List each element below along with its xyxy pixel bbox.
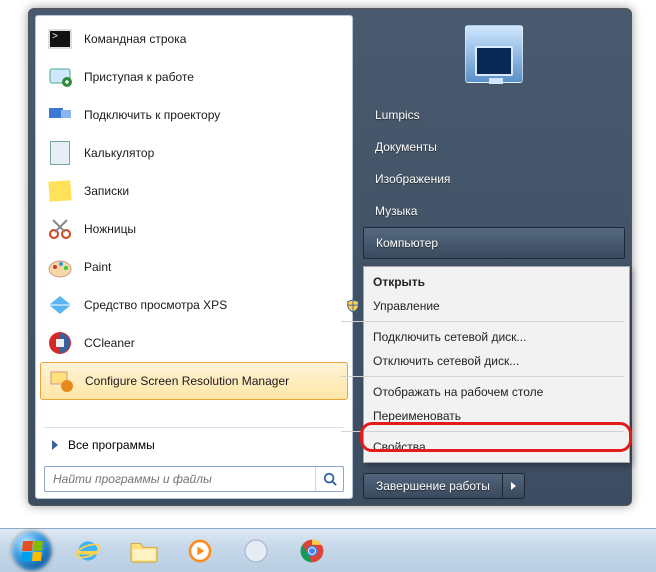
arrow-right-icon bbox=[52, 440, 58, 450]
right-item-label: Музыка bbox=[375, 204, 417, 218]
cc-icon bbox=[46, 329, 74, 357]
right-item-label: Изображения bbox=[375, 172, 450, 186]
program-label: Ножницы bbox=[84, 222, 136, 236]
program-label: Записки bbox=[84, 184, 129, 198]
program-label: Paint bbox=[84, 260, 111, 274]
user-picture[interactable] bbox=[465, 25, 523, 83]
program-label: Подключить к проектору bbox=[84, 108, 220, 122]
program-item-notes[interactable]: Записки bbox=[40, 172, 348, 210]
context-separator bbox=[341, 376, 624, 377]
xps-icon bbox=[46, 291, 74, 319]
context-item-0[interactable]: Открыть bbox=[339, 270, 626, 294]
context-item-5[interactable]: Переименовать bbox=[339, 404, 626, 428]
shutdown-area: Завершение работы bbox=[363, 473, 625, 499]
conf-icon bbox=[47, 367, 75, 395]
program-item-cc[interactable]: CCleaner bbox=[40, 324, 348, 362]
start-button[interactable] bbox=[8, 534, 56, 568]
taskbar-app-1[interactable] bbox=[232, 534, 280, 568]
context-item-label: Подключить сетевой диск... bbox=[373, 330, 526, 344]
context-item-3[interactable]: Отключить сетевой диск... bbox=[339, 349, 626, 373]
context-item-label: Переименовать bbox=[373, 409, 461, 423]
calc-icon bbox=[46, 139, 74, 167]
context-item-label: Отключить сетевой диск... bbox=[373, 354, 519, 368]
cmd-icon bbox=[46, 25, 74, 53]
ie-icon bbox=[74, 537, 102, 565]
all-programs[interactable]: Все программы bbox=[40, 430, 348, 460]
computer-icon bbox=[475, 46, 513, 76]
taskbar-explorer[interactable] bbox=[120, 534, 168, 568]
context-item-label: Свойства bbox=[373, 440, 426, 454]
context-item-6[interactable]: Свойства bbox=[339, 435, 626, 459]
program-label: CCleaner bbox=[84, 336, 135, 350]
folder-icon bbox=[129, 538, 159, 564]
shutdown-button[interactable]: Завершение работы bbox=[363, 473, 503, 499]
program-item-start[interactable]: Приступая к работе bbox=[40, 58, 348, 96]
context-separator bbox=[341, 321, 624, 322]
taskbar-chrome[interactable] bbox=[288, 534, 336, 568]
context-menu: Открыть Управление Подключить сетевой диск… bbox=[363, 266, 630, 463]
search-button[interactable] bbox=[315, 467, 343, 491]
chrome-icon bbox=[298, 537, 326, 565]
search-area bbox=[40, 460, 348, 494]
context-item-2[interactable]: Подключить сетевой диск... bbox=[339, 325, 626, 349]
windows-orb-icon bbox=[12, 531, 52, 571]
start-menu-left-pane: Командная строка Приступая к работе Подклю… bbox=[35, 15, 353, 499]
separator bbox=[44, 427, 344, 428]
program-label: Калькулятор bbox=[84, 146, 154, 160]
program-item-conf[interactable]: Configure Screen Resolution Manager bbox=[40, 362, 348, 400]
program-item-cmd[interactable]: Командная строка bbox=[40, 20, 348, 58]
start-icon bbox=[46, 63, 74, 91]
search-input[interactable] bbox=[45, 472, 315, 486]
program-item-proj[interactable]: Подключить к проектору bbox=[40, 96, 348, 134]
notes-icon bbox=[46, 177, 74, 205]
taskbar-ie[interactable] bbox=[64, 534, 112, 568]
right-item-label: Компьютер bbox=[376, 236, 438, 250]
context-item-label: Открыть bbox=[373, 275, 425, 289]
right-item-3[interactable]: Музыка bbox=[363, 195, 625, 227]
right-item-label: Документы bbox=[375, 140, 437, 154]
program-label: Средство просмотра XPS bbox=[84, 298, 227, 312]
right-item-2[interactable]: Изображения bbox=[363, 163, 625, 195]
paint-icon bbox=[46, 253, 74, 281]
program-list: Командная строка Приступая к работе Подклю… bbox=[40, 20, 348, 425]
right-item-4[interactable]: Компьютер bbox=[363, 227, 625, 259]
right-item-0[interactable]: Lumpics bbox=[363, 99, 625, 131]
context-item-4[interactable]: Отображать на рабочем столе bbox=[339, 380, 626, 404]
proj-icon bbox=[46, 101, 74, 129]
program-item-snip[interactable]: Ножницы bbox=[40, 210, 348, 248]
shutdown-options-button[interactable] bbox=[503, 473, 525, 499]
shutdown-label: Завершение работы bbox=[376, 479, 490, 493]
program-item-calc[interactable]: Калькулятор bbox=[40, 134, 348, 172]
program-label: Командная строка bbox=[84, 32, 186, 46]
shield-icon bbox=[345, 298, 361, 314]
program-label: Приступая к работе bbox=[84, 70, 194, 84]
right-item-label: Lumpics bbox=[375, 108, 420, 122]
all-programs-label: Все программы bbox=[68, 438, 155, 452]
context-item-label: Управление bbox=[373, 299, 440, 313]
program-item-xps[interactable]: Средство просмотра XPS bbox=[40, 286, 348, 324]
program-label: Configure Screen Resolution Manager bbox=[85, 374, 289, 388]
search-icon bbox=[323, 472, 337, 486]
taskbar-media-player[interactable] bbox=[176, 534, 224, 568]
context-item-label: Отображать на рабочем столе bbox=[373, 385, 543, 399]
taskbar bbox=[0, 528, 656, 572]
snip-icon bbox=[46, 215, 74, 243]
program-item-paint[interactable]: Paint bbox=[40, 248, 348, 286]
circle-icon bbox=[243, 538, 269, 564]
triangle-right-icon bbox=[511, 482, 516, 490]
context-item-1[interactable]: Управление bbox=[339, 294, 626, 318]
right-item-1[interactable]: Документы bbox=[363, 131, 625, 163]
context-separator bbox=[341, 431, 624, 432]
search-box[interactable] bbox=[44, 466, 344, 492]
media-player-icon bbox=[186, 537, 214, 565]
